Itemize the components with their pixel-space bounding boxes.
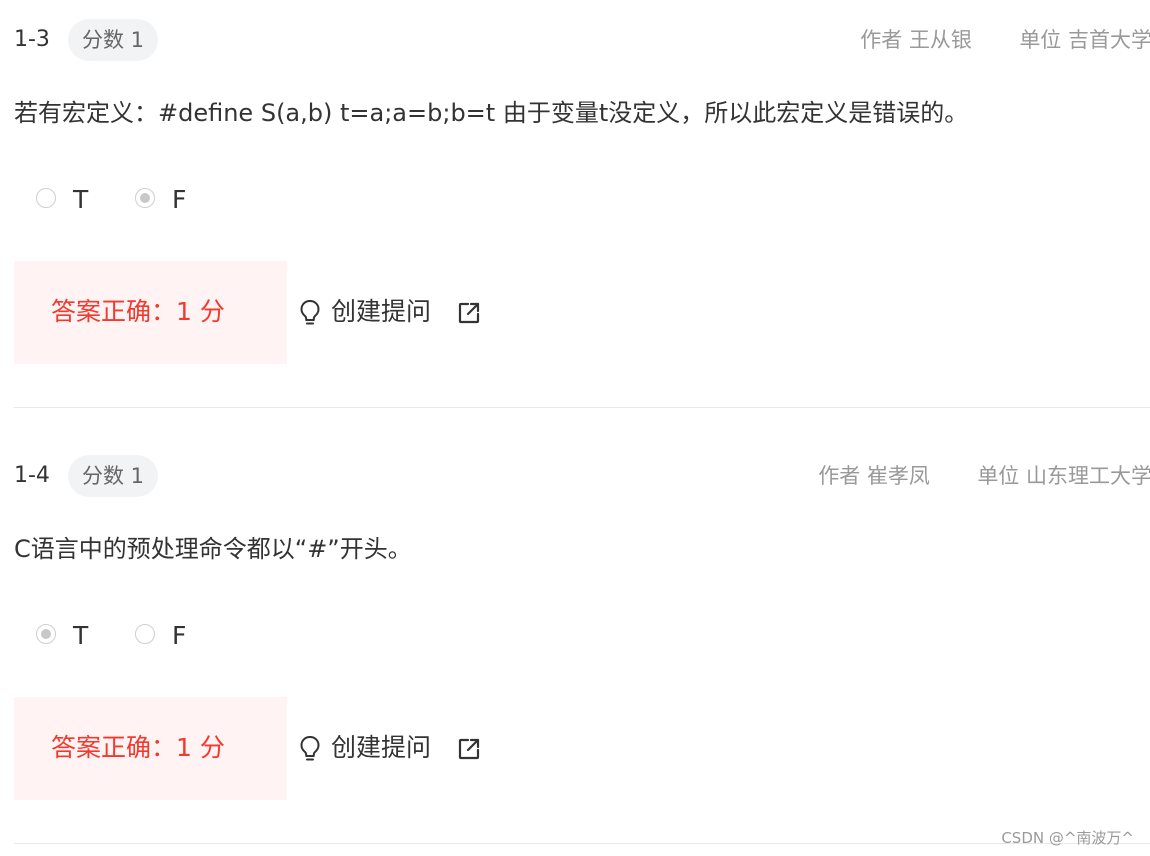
external-link-icon (458, 738, 480, 760)
author-label: 作者 (860, 28, 903, 52)
option-label: T (73, 621, 89, 650)
option-label: F (172, 185, 187, 214)
question-meta: 作者 崔孝凤 单位 山东理工大学 (818, 462, 1150, 490)
result-row: 答案正确：1 分 创建提问 (14, 697, 614, 800)
question-text: 若有宏定义：#define S(a,b) t=a;a=b;b=t 由于变量t没定… (14, 99, 969, 127)
question-header: 1-3 分数 1 作者 王从银 单位 吉首大学 (14, 19, 1150, 61)
unit-name: 山东理工大学 (1026, 464, 1150, 488)
unit-label: 单位 (1019, 28, 1062, 52)
result-text: 答案正确：1 分 (51, 733, 225, 762)
author-label: 作者 (818, 464, 861, 488)
question-number: 1-3 (14, 27, 50, 52)
create-question-label: 创建提问 (331, 733, 432, 762)
score-badge: 分数 1 (68, 19, 159, 61)
divider (14, 407, 1150, 408)
result-text: 答案正确：1 分 (51, 297, 225, 326)
result-box: 答案正确：1 分 (14, 697, 287, 800)
question-number: 1-4 (14, 463, 50, 488)
question-list-page: 1-3 分数 1 作者 王从银 单位 吉首大学 若有宏定义：#define S(… (0, 0, 1150, 856)
author-name: 崔孝凤 (866, 464, 930, 488)
question-meta: 作者 王从银 单位 吉首大学 (860, 26, 1150, 54)
radio-icon[interactable] (36, 624, 56, 644)
unit-label: 单位 (977, 464, 1020, 488)
score-badge: 分数 1 (68, 455, 159, 497)
option-label: F (172, 621, 187, 650)
question-header: 1-4 分数 1 作者 崔孝凤 单位 山东理工大学 (14, 455, 1150, 497)
divider (14, 843, 1150, 844)
unit-name: 吉首大学 (1068, 28, 1150, 52)
radio-icon[interactable] (135, 624, 155, 644)
radio-icon[interactable] (36, 188, 56, 208)
result-box: 答案正确：1 分 (14, 261, 287, 364)
watermark: CSDN @^南波万^ (1001, 829, 1134, 847)
external-link-icon (458, 302, 480, 324)
option-label: T (73, 185, 89, 214)
result-row: 答案正确：1 分 创建提问 (14, 261, 614, 364)
lightbulb-icon (300, 300, 320, 325)
lightbulb-icon (300, 736, 320, 761)
create-question-label: 创建提问 (331, 297, 432, 326)
radio-icon[interactable] (135, 188, 155, 208)
question-text: C语言中的预处理命令都以“#”开头。 (14, 535, 412, 563)
author-name: 王从银 (908, 28, 972, 52)
